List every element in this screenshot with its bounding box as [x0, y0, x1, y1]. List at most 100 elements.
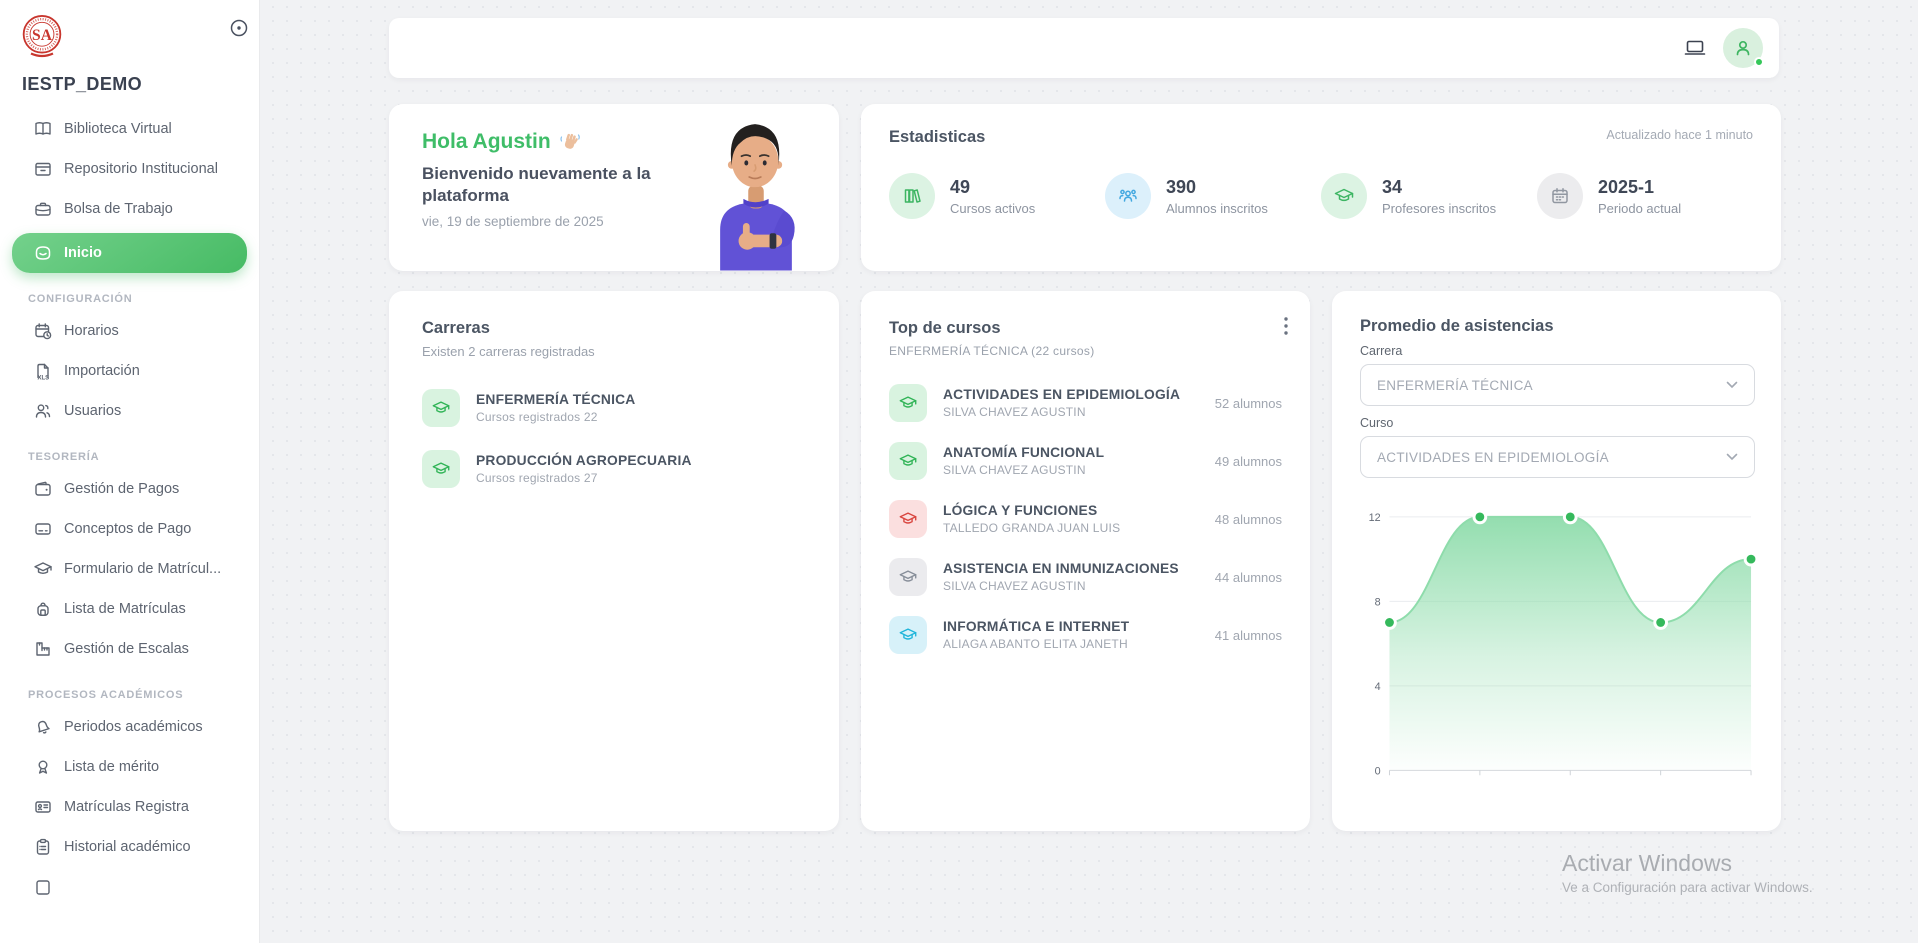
sidebar-item-matriculas-registra[interactable]: Matrículas Registra [12, 787, 247, 827]
course-name: ACTIVIDADES EN EPIDEMIOLOGÍA [943, 387, 1199, 402]
sidebar-section-tesoreria: TESORERÍA [28, 451, 247, 463]
carrera-select[interactable]: ENFERMERÍA TÉCNICA [1360, 364, 1755, 406]
course-name: ANATOMÍA FUNCIONAL [943, 445, 1199, 460]
stat-label: Alumnos inscritos [1166, 201, 1268, 216]
calendar-clock-icon [33, 321, 53, 341]
curso-select-value: ACTIVIDADES EN EPIDEMIOLOGÍA [1377, 450, 1609, 465]
calendar-icon [1537, 173, 1583, 219]
course-list-item[interactable]: INFORMÁTICA E INTERNET ALIAGA ABANTO ELI… [889, 616, 1282, 654]
svg-text:12: 12 [1369, 512, 1381, 524]
top-courses-subtitle: ENFERMERÍA TÉCNICA (22 cursos) [889, 344, 1282, 358]
kebab-menu-icon[interactable] [1284, 317, 1288, 335]
stat-cursos-activos: 49 Cursos activos [889, 173, 1105, 219]
course-list-item[interactable]: ANATOMÍA FUNCIONAL SILVA CHAVEZ AGUSTIN … [889, 442, 1282, 480]
sidebar-item-lista-de-matriculas[interactable]: Lista de Matrículas [12, 589, 247, 629]
graduation-cap-icon [33, 559, 53, 579]
sidebar-item-formulario-de-matricula[interactable]: Formulario de Matrícul... [12, 549, 247, 589]
laptop-icon[interactable] [1683, 36, 1707, 60]
sidebar-item-label: Formulario de Matrícul... [64, 561, 221, 577]
sidebar-item-gestion-de-pagos[interactable]: Gestión de Pagos [12, 469, 247, 509]
briefcase-icon [33, 199, 53, 219]
top-courses-card: Top de cursos ENFERMERÍA TÉCNICA (22 cur… [861, 291, 1310, 831]
career-list-item[interactable]: ENFERMERÍA TÉCNICA Cursos registrados 22 [422, 389, 811, 427]
career-name: ENFERMERÍA TÉCNICA [476, 392, 811, 407]
sidebar-item-label: Lista de mérito [64, 759, 159, 775]
course-teacher: ALIAGA ABANTO ELITA JANETH [943, 637, 1199, 651]
users-icon [33, 401, 53, 421]
welcome-card: Hola Agustin Bienven [389, 104, 839, 271]
clipboard-icon [33, 837, 53, 857]
xls-file-icon: XLS [33, 361, 53, 381]
course-name: ASISTENCIA EN INMUNIZACIONES [943, 561, 1199, 576]
svg-text:8: 8 [1375, 596, 1381, 608]
course-teacher: TALLEDO GRANDA JUAN LUIS [943, 521, 1199, 535]
credit-card-icon [33, 519, 53, 539]
stats-updated: Actualizado hace 1 minuto [1606, 128, 1753, 142]
sidebar-item-label: Gestión de Pagos [64, 481, 179, 497]
course-list-item[interactable]: LÓGICA Y FUNCIONES TALLEDO GRANDA JUAN L… [889, 500, 1282, 538]
career-info: Cursos registrados 27 [476, 471, 811, 485]
institution-logo: SA [20, 12, 259, 62]
backpack-icon [33, 599, 53, 619]
course-teacher: SILVA CHAVEZ AGUSTIN [943, 463, 1199, 477]
sidebar-collapse-toggle-icon[interactable] [229, 18, 249, 38]
sidebar-item-label: Matrículas Registra [64, 799, 189, 815]
ruler-icon [33, 639, 53, 659]
graduation-cap-icon [422, 450, 460, 488]
graduation-cap-icon [889, 500, 927, 538]
sidebar-item-repositorio-institucional[interactable]: Repositorio Institucional [12, 149, 247, 189]
sidebar-item-usuarios[interactable]: Usuarios [12, 391, 247, 431]
careers-title: Carreras [422, 319, 811, 338]
sidebar-item-lista-de-merito[interactable]: Lista de mérito [12, 747, 247, 787]
user-avatar[interactable] [1723, 28, 1763, 68]
sidebar-item-gestion-de-escalas[interactable]: Gestión de Escalas [12, 629, 247, 669]
welcome-message: Bienvenido nuevamente a la plataforma [422, 163, 657, 208]
stat-value: 2025-1 [1598, 177, 1681, 198]
wave-emoji-icon [559, 131, 581, 153]
sidebar-item-label: Conceptos de Pago [64, 521, 191, 537]
graduation-cap-icon [889, 616, 927, 654]
graduation-cap-icon [889, 384, 927, 422]
home-icon [33, 243, 53, 263]
course-students: 41 alumnos [1215, 628, 1282, 643]
stat-alumnos-inscritos: 390 Alumnos inscritos [1105, 173, 1321, 219]
career-list-item[interactable]: PRODUCCIÓN AGROPECUARIA Cursos registrad… [422, 450, 811, 488]
carrera-select-value: ENFERMERÍA TÉCNICA [1377, 378, 1533, 393]
sidebar-item-biblioteca-virtual[interactable]: Biblioteca Virtual [12, 109, 247, 149]
course-teacher: SILVA CHAVEZ AGUSTIN [943, 579, 1199, 593]
sidebar-item-horarios[interactable]: Horarios [12, 311, 247, 351]
graduation-cap-icon [422, 389, 460, 427]
svg-text:0: 0 [1375, 765, 1381, 777]
sidebar-item-label: Lista de Matrículas [64, 601, 186, 617]
stat-periodo-actual: 2025-1 Periodo actual [1537, 173, 1753, 219]
sidebar-item-conceptos-de-pago[interactable]: Conceptos de Pago [12, 509, 247, 549]
attendance-card: Promedio de asistencias Carrera ENFERMER… [1332, 291, 1781, 831]
top-bar [389, 18, 1779, 78]
top-courses-title: Top de cursos [889, 319, 1282, 338]
careers-subtitle: Existen 2 carreras registradas [422, 344, 811, 359]
sidebar-item-importacion[interactable]: XLS Importación [12, 351, 247, 391]
course-list-item[interactable]: ACTIVIDADES EN EPIDEMIOLOGÍA SILVA CHAVE… [889, 384, 1282, 422]
sidebar-item-historial-academico[interactable]: Historial académico [12, 827, 247, 867]
wallet-icon [33, 479, 53, 499]
stats-card: Estadisticas Actualizado hace 1 minuto 4… [861, 104, 1781, 271]
sidebar-item-label: Repositorio Institucional [64, 161, 218, 177]
sidebar-item-inicio[interactable]: Inicio [12, 233, 247, 273]
sidebar: SA IESTP_DEMO Biblioteca Virtual Reposit… [0, 0, 260, 943]
sidebar-item-bolsa-de-trabajo[interactable]: Bolsa de Trabajo [12, 189, 247, 229]
sidebar-item-partial[interactable] [12, 867, 247, 907]
career-name: PRODUCCIÓN AGROPECUARIA [476, 453, 811, 468]
sidebar-item-periodos-academicos[interactable]: Periodos académicos [12, 707, 247, 747]
stat-label: Cursos activos [950, 201, 1035, 216]
main-content: Hola Agustin Bienven [260, 0, 1918, 943]
sidebar-section-configuracion: CONFIGURACIÓN [28, 293, 247, 305]
course-list-item[interactable]: ASISTENCIA EN INMUNIZACIONES SILVA CHAVE… [889, 558, 1282, 596]
curso-select[interactable]: ACTIVIDADES EN EPIDEMIOLOGÍA [1360, 436, 1755, 478]
sidebar-item-label: Periodos académicos [64, 719, 203, 735]
sidebar-nav: Biblioteca Virtual Repositorio Instituci… [0, 99, 259, 907]
svg-text:4: 4 [1375, 681, 1381, 693]
sidebar-item-label: Importación [64, 363, 140, 379]
online-status-dot [1754, 57, 1764, 67]
stat-profesores-inscritos: 34 Profesores inscritos [1321, 173, 1537, 219]
sidebar-section-procesos-academicos: PROCESOS ACADÉMICOS [28, 689, 247, 701]
